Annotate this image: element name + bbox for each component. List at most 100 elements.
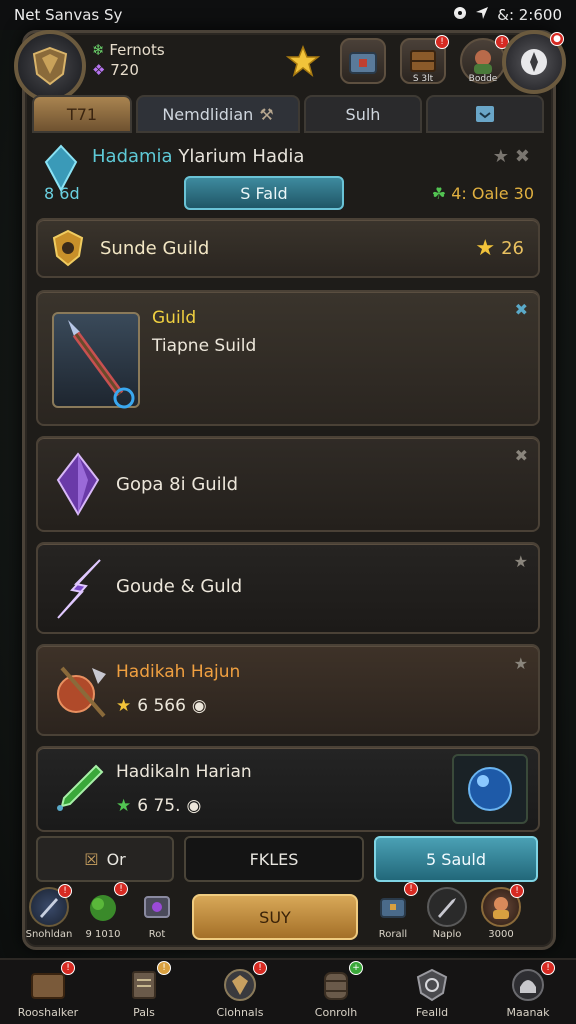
notification-badge: + (349, 960, 363, 975)
dock-item-naplo[interactable]: Naplo (420, 887, 474, 947)
battle-axe-icon (57, 666, 106, 718)
nav-conrolh[interactable]: + Conrolh (293, 960, 379, 1019)
dock-item-3000[interactable]: ! 3000 (474, 884, 528, 947)
inbox-icon (476, 106, 494, 122)
barrel-icon: + (314, 960, 363, 1004)
tab-label: Sulh (345, 104, 381, 124)
notification-badge: ! (61, 960, 75, 975)
dock-item-snohldan[interactable]: ! Snohldan (22, 884, 76, 947)
arrow-crystal-icon (57, 559, 101, 619)
crate-icon: ! (26, 960, 75, 1004)
guild-row-goude[interactable]: Goude & Guld ★ (36, 542, 540, 634)
guild-label: Guild (152, 308, 197, 328)
nav-label: Maanak (506, 1005, 550, 1019)
nav-clohnals[interactable]: ! Clohnals (197, 960, 283, 1019)
guild-row-gopa[interactable]: Gopa 8i Guild ✖ (36, 436, 540, 532)
tab-label: T71 (66, 104, 98, 124)
tab-t71[interactable]: T71 (32, 95, 132, 133)
green-gem-icon: ☘ (431, 184, 447, 203)
button-label: 5 Sauld (426, 849, 486, 869)
sauld-button[interactable]: 5 Sauld (374, 836, 538, 882)
tab-sulh[interactable]: Sulh (304, 95, 422, 133)
center-action-button[interactable]: SUY (192, 894, 358, 940)
nav-rooshalker[interactable]: ! Rooshalker (5, 960, 91, 1019)
dock-item-rorall[interactable]: ! Rorall (366, 882, 420, 947)
tab-nemdlidian[interactable]: Nemdlidian ⚒ (136, 95, 300, 133)
action-button-row: ☒ Or FKLES 5 Sauld (36, 836, 540, 882)
nav-pals[interactable]: ! Pals (101, 960, 187, 1019)
hero-button[interactable]: ! Bodde (460, 35, 509, 84)
notification-badge: ! (114, 882, 128, 896)
top-icon-row: ! S 3lt ! Bodde (280, 35, 509, 84)
nav-maanak[interactable]: ! Maanak (485, 960, 571, 1019)
header-title-rest: Ylarium Hadia (178, 146, 305, 167)
files-button[interactable]: FKLES (184, 836, 364, 882)
guild-score-value: 26 (501, 238, 524, 259)
guild-score: ★ 26 (475, 236, 524, 261)
resource-label: Fernots (109, 41, 165, 59)
amethyst-icon: ❖ (92, 61, 106, 79)
header-star-icons: ★✖ (492, 146, 536, 167)
dock-label: Naplo (432, 929, 462, 940)
header-left-value: 8 6d (44, 184, 80, 203)
guild-emblem-button[interactable] (14, 30, 86, 102)
chest-button[interactable] (340, 38, 386, 84)
dock-item-bush[interactable]: ! 9 1010 (76, 882, 130, 947)
spearhead-icon: ! (29, 884, 72, 927)
status-time: &: 2:600 (497, 6, 562, 24)
bottom-nav: ! Rooshalker ! Pals ! Clohnals + Conrolh… (0, 958, 576, 1024)
chest-icon: ! (373, 882, 418, 927)
star-icon: ★ (475, 236, 496, 261)
guild-row-hadikaln[interactable]: Hadikaln Harian ★ 6 75. ◉ (36, 746, 540, 832)
guild-row-featured[interactable]: Guild Tiapne Suild ✖ (36, 290, 540, 426)
dock-label: Rorall (378, 929, 408, 940)
guild-row-sunde[interactable]: Sunde Guild ★ 26 (36, 218, 540, 278)
purple-crystal-icon (56, 452, 100, 516)
star-icon[interactable]: ★ (514, 552, 528, 571)
status-icons: &: 2:600 (453, 6, 562, 24)
crate-caption: S 3lt (412, 74, 434, 84)
button-label: FKLES (249, 849, 299, 869)
resource-amount: 720 (110, 61, 139, 79)
crate-button[interactable]: ! S 3lt (400, 35, 449, 84)
star-icon[interactable]: ★ (514, 654, 528, 673)
tab-inbox[interactable] (426, 95, 544, 133)
navigation-icon (475, 6, 489, 24)
gem-box-icon (137, 887, 177, 927)
bush-icon: ! (83, 882, 128, 927)
compass-icon (521, 49, 547, 75)
portrait-icon: ! (481, 884, 524, 927)
close-icon[interactable]: ✖ (515, 300, 528, 319)
star-icon (286, 44, 320, 77)
orb-icon (468, 767, 512, 811)
or-button[interactable]: ☒ Or (36, 836, 174, 882)
helmet-icon: ! (506, 960, 555, 1004)
tab-bar: T71 Nemdlidian ⚒ Sulh (32, 95, 544, 133)
header-action-button[interactable]: S Fald (184, 176, 344, 210)
dock-label: Snohldan (25, 929, 73, 940)
orb-slot[interactable] (452, 754, 528, 824)
nav-fealld[interactable]: Fealld (389, 966, 475, 1019)
guild-stat: ★ 6 75. ◉ (116, 796, 201, 816)
nav-label: Rooshalker (17, 1005, 79, 1019)
nav-label: Pals (133, 1005, 155, 1019)
status-title: Net Sanvas Sy (14, 6, 123, 24)
top-bar: ❄ Fernots ❖ 720 ! S 3lt ! Bodde ● (10, 30, 566, 102)
close-icon[interactable]: ✖ (515, 446, 528, 465)
dock-item-rot[interactable]: Rot (130, 887, 184, 947)
crate-icon (410, 50, 436, 72)
nav-label: Fealld (415, 1005, 449, 1019)
compass-button[interactable]: ● (502, 30, 566, 94)
header-right-text: 4: Oale 30 (451, 184, 534, 203)
notification-badge: ! (435, 35, 449, 49)
header-title: Hadamia Ylarium Hadia (92, 146, 304, 167)
shield-icon (32, 46, 68, 86)
scroll-icon: ! (122, 960, 171, 1004)
resource-panel: ❄ Fernots ❖ 720 (92, 40, 165, 80)
hero-caption: Bodde (468, 74, 498, 84)
guild-row-hadikah[interactable]: Hadikah Hajun ★ 6 566 ◉ ★ (36, 644, 540, 736)
chest-icon (349, 52, 377, 74)
tab-label: Nemdlidian (162, 104, 254, 124)
guild-stat-value: 6 75. (137, 796, 181, 816)
star-button[interactable] (280, 38, 326, 84)
